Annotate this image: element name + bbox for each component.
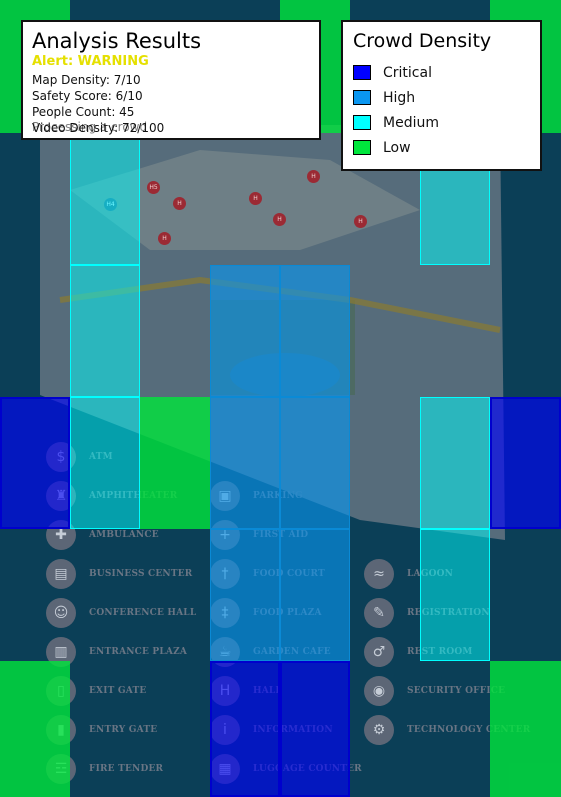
legend-item-label: EXIT GATE bbox=[89, 686, 147, 696]
legend-item-label: FIRE TENDER bbox=[89, 764, 164, 774]
density-cell-low bbox=[0, 661, 70, 797]
legend-item-label: AMBULANCE bbox=[89, 530, 159, 540]
low-label: Low bbox=[383, 139, 411, 156]
legend-item-label: ENTRY GATE bbox=[89, 725, 158, 735]
legend-item-label: ENTRANCE PLAZA bbox=[89, 647, 188, 657]
high-label: High bbox=[383, 89, 416, 106]
density-cell-low bbox=[140, 397, 210, 529]
map-pin[interactable]: H bbox=[158, 232, 171, 245]
legend-item-label: BUSINESS CENTER bbox=[89, 569, 193, 579]
density-cell-high bbox=[210, 265, 280, 397]
alert-status: Alert: WARNING bbox=[32, 54, 149, 69]
density-cell-critical bbox=[280, 661, 350, 797]
crowd-density-view: H5 H H H H H4 H H $ATM♜AMPHITHEATER✚AMBU… bbox=[0, 0, 561, 797]
people-count-metric: People Count: 45 bbox=[32, 105, 135, 119]
map-pin[interactable]: H5 bbox=[147, 181, 160, 194]
business-center-icon: ▤ bbox=[46, 559, 76, 589]
density-cell-critical bbox=[0, 397, 70, 529]
legend-item-medium: Medium bbox=[353, 110, 540, 135]
registration-icon: ✎ bbox=[364, 598, 394, 628]
security-office-icon: ◉ bbox=[364, 676, 394, 706]
legend-item: ☺ CONFERENCE HALL bbox=[46, 598, 196, 628]
density-cell-critical bbox=[210, 661, 280, 797]
analysis-results-panel: Analysis Results Alert: WARNING Map Dens… bbox=[21, 20, 321, 140]
technology-center-icon: ⚙ bbox=[364, 715, 394, 745]
medium-swatch bbox=[353, 115, 371, 130]
density-cell-high bbox=[280, 529, 350, 661]
density-cell-high bbox=[280, 397, 350, 529]
map-pin[interactable]: H bbox=[273, 213, 286, 226]
density-cell-high bbox=[280, 265, 350, 397]
density-legend-title: Crowd Density bbox=[353, 30, 492, 52]
map-pin[interactable]: H bbox=[173, 197, 186, 210]
density-cell-low bbox=[490, 661, 561, 797]
map-density-metric: Map Density: 7/10 bbox=[32, 73, 141, 87]
map-pin[interactable]: H bbox=[354, 215, 367, 228]
lagoon-icon: ≈ bbox=[364, 559, 394, 589]
legend-item-critical: Critical bbox=[353, 60, 540, 85]
density-cell-medium bbox=[420, 397, 490, 529]
critical-swatch bbox=[353, 65, 371, 80]
legend-item-label: CONFERENCE HALL bbox=[89, 608, 197, 618]
density-cell-high bbox=[210, 397, 280, 529]
map-pin[interactable]: H bbox=[249, 192, 262, 205]
legend-item: ◉ SECURITY OFFICE bbox=[364, 676, 505, 706]
density-cell-medium bbox=[70, 397, 140, 529]
conference-hall-icon: ☺ bbox=[46, 598, 76, 628]
density-cell-high bbox=[210, 529, 280, 661]
density-cell-medium bbox=[70, 265, 140, 397]
safety-score-metric: Safety Score: 6/10 bbox=[32, 89, 143, 103]
density-cell-medium bbox=[70, 133, 140, 265]
map-pin[interactable]: H bbox=[307, 170, 320, 183]
legend-item: ▤ BUSINESS CENTER bbox=[46, 559, 192, 589]
overlapping-status-text: Processing a crowd bbox=[32, 120, 148, 134]
high-swatch bbox=[353, 90, 371, 105]
critical-label: Critical bbox=[383, 64, 432, 81]
rest-room-icon: ♂ bbox=[364, 637, 394, 667]
legend-item-low: Low bbox=[353, 135, 540, 160]
low-swatch bbox=[353, 140, 371, 155]
medium-label: Medium bbox=[383, 114, 439, 131]
density-cell-medium bbox=[420, 529, 490, 661]
analysis-title: Analysis Results bbox=[32, 29, 202, 53]
legend-item-high: High bbox=[353, 85, 540, 110]
density-cell-critical bbox=[490, 397, 561, 529]
crowd-density-legend: Crowd Density Critical High Medium Low bbox=[341, 20, 542, 171]
